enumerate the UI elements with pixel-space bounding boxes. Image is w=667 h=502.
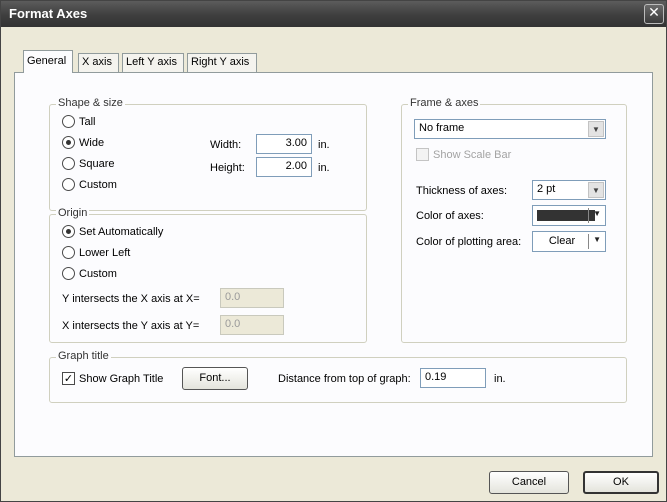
- radio-set-automatically[interactable]: Set Automatically: [62, 225, 163, 238]
- radio-set-automatically-indicator: [62, 225, 75, 238]
- plot-area-label: Color of plotting area:: [416, 236, 522, 248]
- frame-select-value: No frame: [419, 122, 465, 134]
- shape-size-group: Shape & size Tall Wide Square Custom Wid…: [49, 97, 367, 211]
- radio-tall[interactable]: Tall: [62, 115, 96, 128]
- origin-group: Origin Set Automatically Lower Left Cust…: [49, 207, 367, 343]
- color-axes-swatch: [537, 210, 595, 221]
- check-icon: ✓: [62, 372, 75, 385]
- show-scale-bar-checkbox[interactable]: Show Scale Bar: [416, 148, 511, 161]
- cancel-button[interactable]: Cancel: [489, 471, 569, 494]
- format-axes-dialog: Format Axes ✕ General X axis Left Y axis…: [0, 0, 667, 502]
- radio-set-automatically-label: Set Automatically: [79, 225, 164, 238]
- window-title: Format Axes: [9, 6, 88, 21]
- frame-axes-group: Frame & axes No frame ▼ Show Scale Bar T…: [401, 97, 627, 343]
- title-bar[interactable]: Format Axes ✕: [1, 1, 666, 27]
- origin-legend: Origin: [56, 207, 90, 219]
- tab-left-y-axis[interactable]: Left Y axis: [122, 53, 184, 72]
- show-scale-bar-box: [416, 148, 429, 161]
- radio-custom-size[interactable]: Custom: [62, 178, 117, 191]
- ok-button[interactable]: OK: [583, 471, 659, 494]
- show-graph-title-checkbox[interactable]: ✓ Show Graph Title: [62, 372, 163, 385]
- radio-lower-left-indicator: [62, 246, 75, 259]
- radio-wide-indicator: [62, 136, 75, 149]
- thickness-label: Thickness of axes:: [416, 185, 508, 197]
- radio-square-label: Square: [79, 157, 115, 170]
- width-label: Width:: [210, 139, 242, 151]
- height-input[interactable]: 2.00: [256, 157, 312, 177]
- height-unit: in.: [318, 162, 330, 174]
- close-icon[interactable]: ✕: [644, 4, 664, 24]
- plot-area-value: Clear: [548, 235, 576, 247]
- frame-select[interactable]: No frame ▼: [414, 119, 606, 139]
- width-input[interactable]: 3.00: [256, 134, 312, 154]
- y-intersect-input[interactable]: 0.0: [220, 288, 284, 308]
- graph-title-group: Graph title ✓ Show Graph Title Font... D…: [49, 350, 627, 403]
- radio-wide-label: Wide: [79, 136, 105, 149]
- radio-custom-origin-label: Custom: [79, 267, 117, 280]
- chevron-down-icon: ▼: [588, 121, 604, 137]
- radio-lower-left[interactable]: Lower Left: [62, 246, 130, 259]
- radio-custom-origin-indicator: [62, 267, 75, 280]
- radio-custom-size-indicator: [62, 178, 75, 191]
- width-unit: in.: [318, 139, 330, 151]
- thickness-select[interactable]: 2 pt ▼: [532, 180, 606, 200]
- thickness-select-value: 2 pt: [537, 183, 556, 195]
- chevron-down-icon: ▼: [593, 235, 601, 244]
- x-intersect-label: X intersects the Y axis at Y=: [62, 320, 200, 332]
- plot-area-picker[interactable]: Clear ▼: [532, 231, 606, 252]
- radio-custom-size-label: Custom: [79, 178, 117, 191]
- radio-tall-indicator: [62, 115, 75, 128]
- chevron-down-icon: ▼: [588, 182, 604, 198]
- distance-unit: in.: [494, 373, 506, 385]
- tab-x-axis[interactable]: X axis: [78, 53, 119, 72]
- tab-general[interactable]: General: [23, 50, 73, 73]
- plot-area-divider: [588, 234, 589, 249]
- radio-custom-origin[interactable]: Custom: [62, 267, 117, 280]
- radio-square-indicator: [62, 157, 75, 170]
- radio-square[interactable]: Square: [62, 157, 114, 170]
- tab-right-y-axis[interactable]: Right Y axis: [187, 53, 257, 72]
- shape-size-legend: Shape & size: [56, 97, 125, 109]
- chevron-down-icon: ▼: [593, 209, 601, 218]
- radio-wide[interactable]: Wide: [62, 136, 104, 149]
- show-graph-title-label: Show Graph Title: [79, 372, 164, 385]
- radio-lower-left-label: Lower Left: [79, 246, 131, 259]
- height-label: Height:: [210, 162, 245, 174]
- radio-tall-label: Tall: [79, 115, 96, 128]
- color-axes-label: Color of axes:: [416, 210, 484, 222]
- distance-input[interactable]: 0.19: [420, 368, 486, 388]
- graph-title-legend: Graph title: [56, 350, 111, 362]
- show-scale-bar-label: Show Scale Bar: [433, 148, 512, 161]
- color-axes-divider: [588, 208, 589, 223]
- distance-label: Distance from top of graph:: [278, 373, 411, 385]
- general-tab-panel: Shape & size Tall Wide Square Custom Wid…: [14, 72, 653, 457]
- color-axes-picker[interactable]: ▼: [532, 205, 606, 226]
- font-button[interactable]: Font...: [182, 367, 248, 390]
- frame-axes-legend: Frame & axes: [408, 97, 481, 109]
- y-intersect-label: Y intersects the X axis at X=: [62, 293, 200, 305]
- x-intersect-input[interactable]: 0.0: [220, 315, 284, 335]
